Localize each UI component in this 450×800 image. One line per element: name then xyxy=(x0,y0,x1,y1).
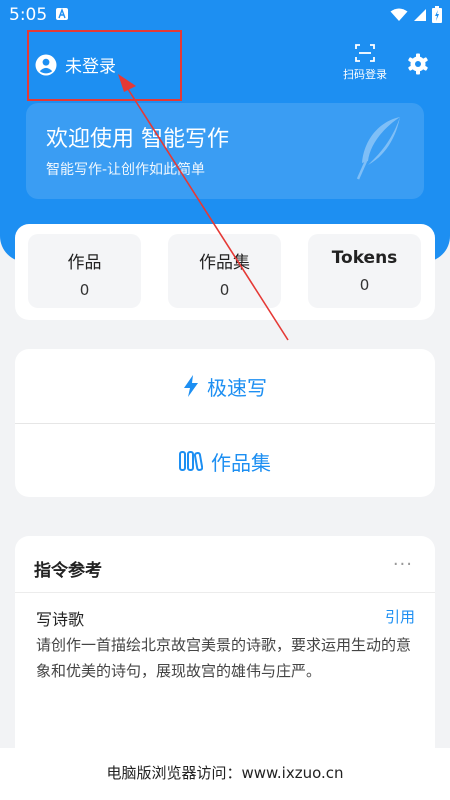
books-icon xyxy=(179,451,203,471)
account-circle-icon xyxy=(35,54,57,75)
welcome-title: 欢迎使用 智能写作 xyxy=(46,127,229,152)
cite-button[interactable]: 引用 xyxy=(385,606,415,627)
gear-icon xyxy=(408,53,428,75)
divider xyxy=(15,592,435,593)
footer-text: 电脑版浏览器访问：www.ixzuo.cn xyxy=(106,764,344,782)
scan-icon xyxy=(355,44,375,62)
fast-write-button[interactable]: 极速写 xyxy=(15,349,435,423)
stat-label: 作品集 xyxy=(199,253,250,273)
welcome-card: 欢迎使用 智能写作 智能写作-让创作如此简单 xyxy=(26,103,424,199)
fast-write-label: 极速写 xyxy=(207,375,267,400)
settings-button[interactable] xyxy=(406,52,430,80)
lightning-icon xyxy=(184,375,198,397)
more-button[interactable]: ··· xyxy=(393,554,413,575)
footer-banner: 电脑版浏览器访问：www.ixzuo.cn xyxy=(0,748,450,800)
prompt-item-body: 请创作一首描绘北京故宫美景的诗歌，要求运用生动的意象和优美的诗句，展现故宫的雄伟… xyxy=(36,636,412,680)
login-label: 未登录 xyxy=(65,57,116,77)
stat-value: 0 xyxy=(359,276,370,294)
status-time: 5:05 xyxy=(9,5,48,25)
login-highlight-box: 未登录 xyxy=(27,30,182,101)
stat-value: 0 xyxy=(219,281,230,299)
app-notification-icon xyxy=(56,8,68,20)
stat-works[interactable]: 作品 0 xyxy=(28,234,141,308)
stats-card: 作品 0 作品集 0 Tokens 0 xyxy=(15,224,435,320)
stat-label: 作品 xyxy=(67,253,102,273)
prompt-item-title: 写诗歌 xyxy=(36,610,85,629)
wifi-icon xyxy=(390,8,408,21)
prompt-reference-card: 指令参考 ··· 写诗歌 引用 请创作一首描绘北京故宫美景的诗歌，要求运用生动的… xyxy=(15,536,435,766)
login-button[interactable]: 未登录 xyxy=(35,52,116,77)
section-title: 指令参考 xyxy=(34,561,102,581)
stat-collections[interactable]: 作品集 0 xyxy=(168,234,281,308)
stat-value: 0 xyxy=(79,281,90,299)
scan-label: 扫码登录 xyxy=(343,68,387,81)
battery-icon xyxy=(432,6,442,23)
collection-button[interactable]: 作品集 xyxy=(15,424,435,498)
stat-tokens[interactable]: Tokens 0 xyxy=(308,234,421,308)
scan-login-button[interactable]: 扫码登录 xyxy=(336,44,394,82)
collection-label: 作品集 xyxy=(211,450,271,475)
stat-label: Tokens xyxy=(331,248,398,268)
signal-icon xyxy=(414,8,426,21)
actions-card: 极速写 作品集 xyxy=(15,349,435,497)
welcome-subtitle: 智能写作-让创作如此简单 xyxy=(46,162,206,178)
feather-icon xyxy=(356,117,400,180)
status-bar: 5:05 xyxy=(0,0,450,30)
